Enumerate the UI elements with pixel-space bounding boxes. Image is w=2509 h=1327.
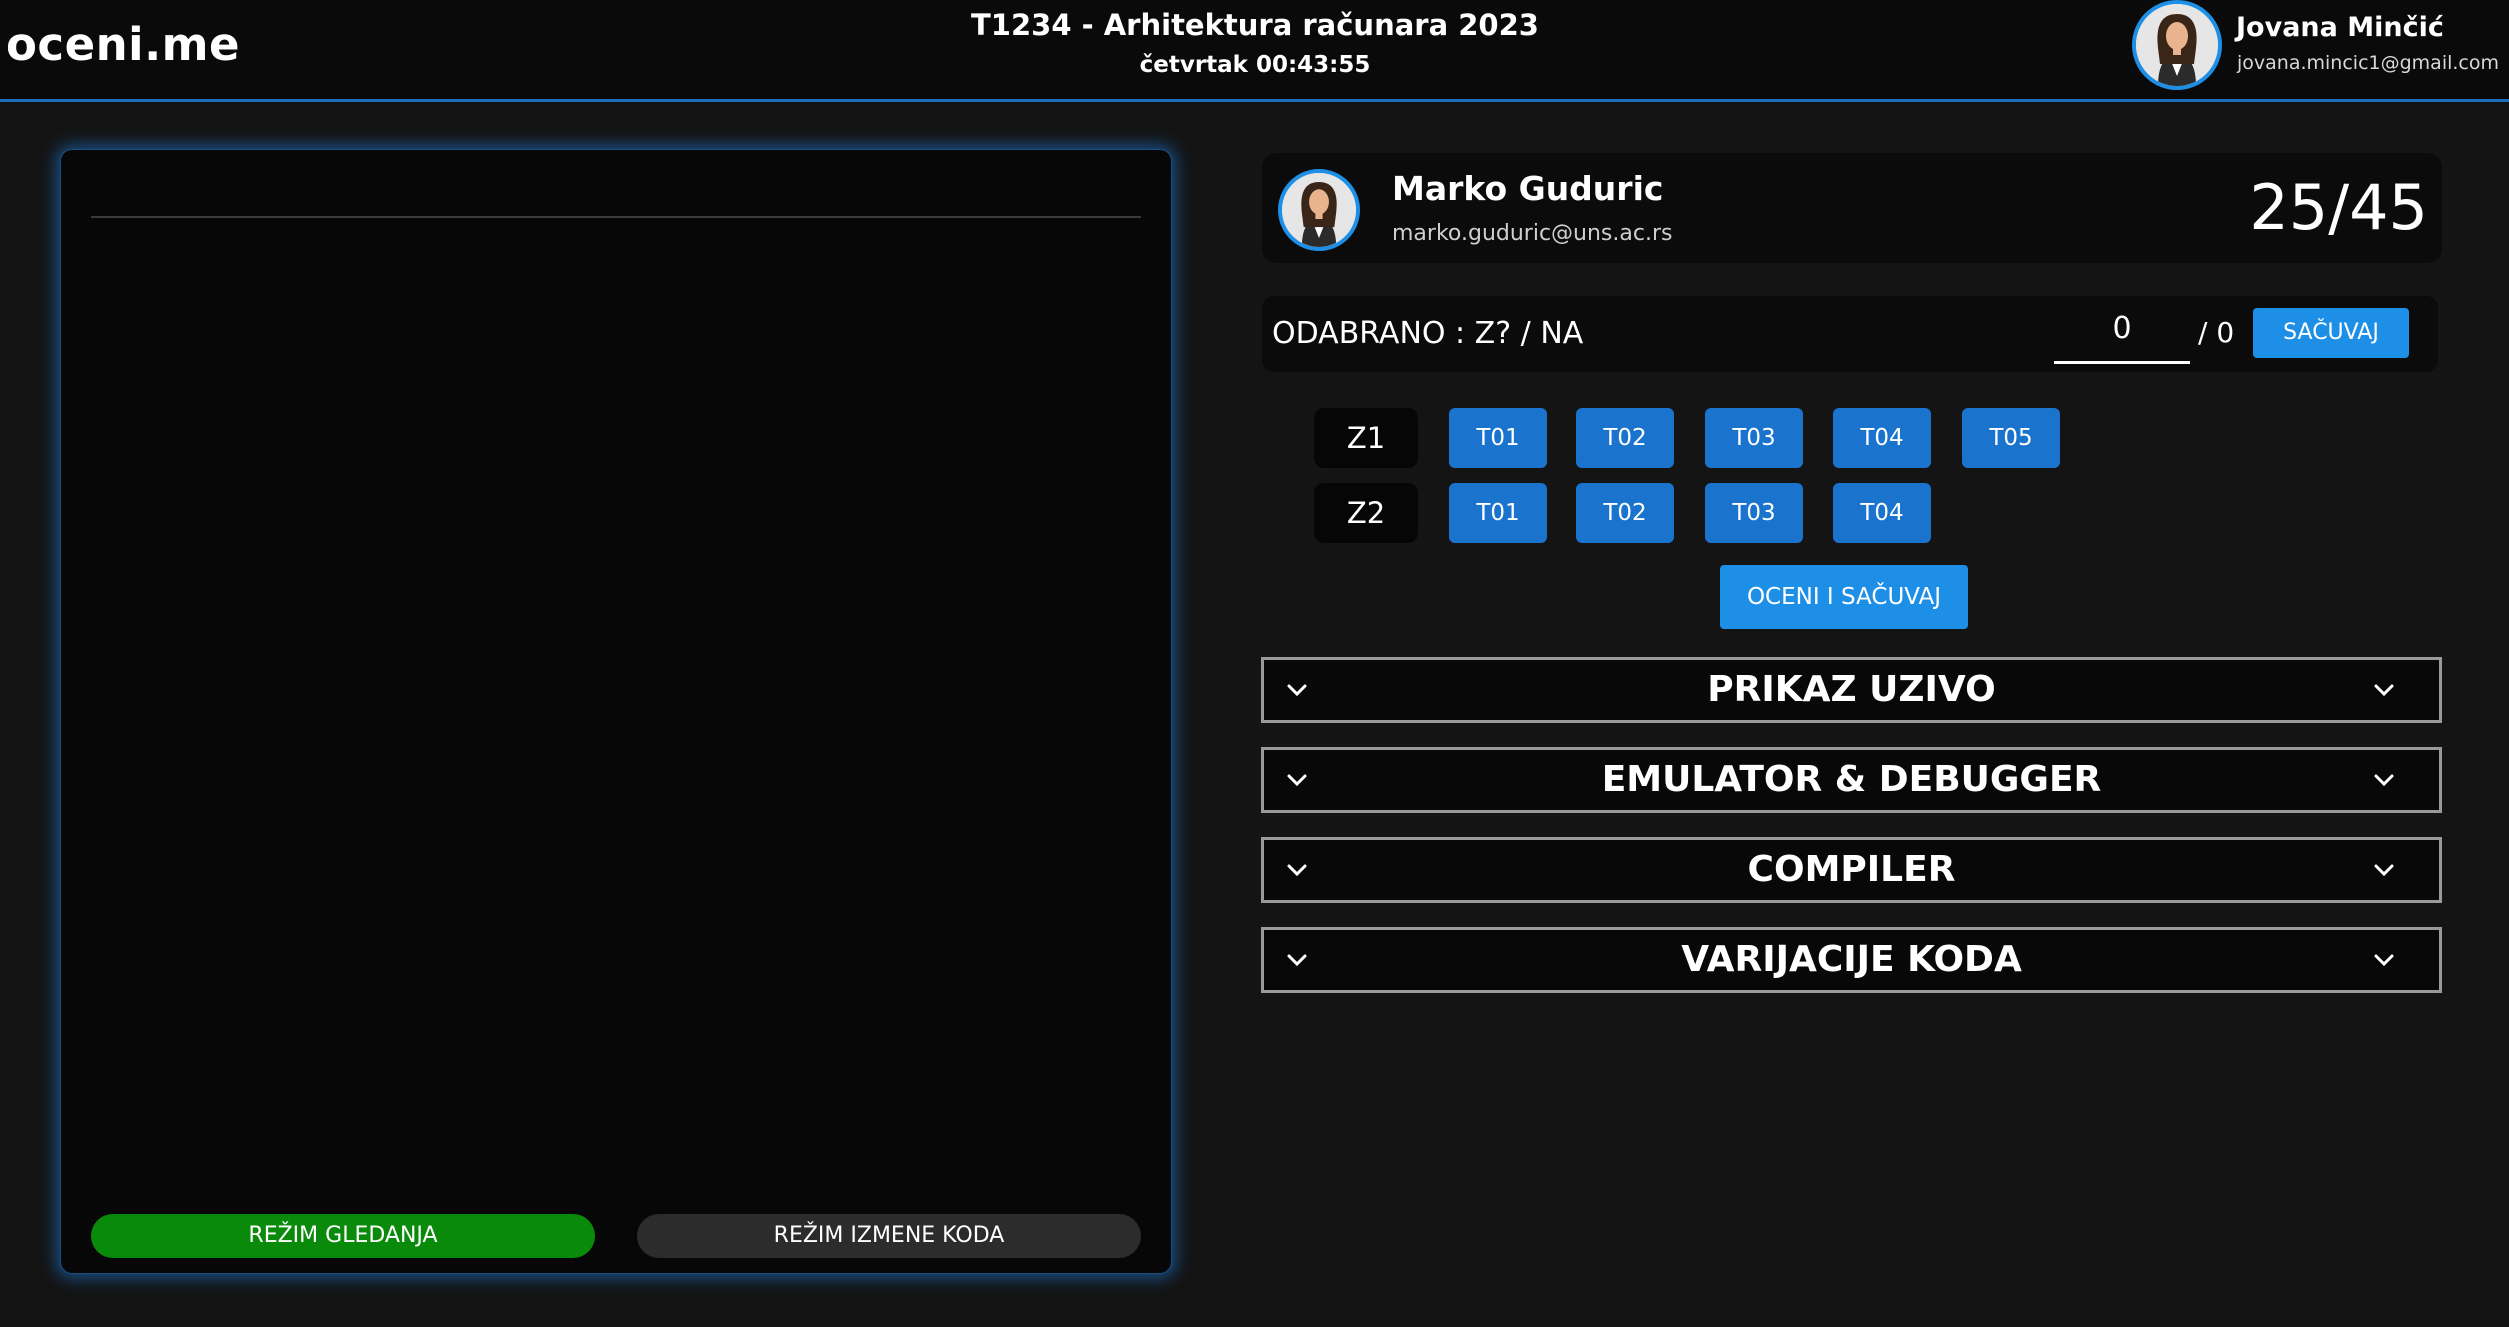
avatar-icon <box>2136 4 2218 86</box>
test-button-z2-t04[interactable]: T04 <box>1833 483 1931 543</box>
grade-and-save-button[interactable]: OCENI I SAČUVAJ <box>1720 565 1968 629</box>
points-input[interactable] <box>2054 296 2190 364</box>
avatar-icon <box>1282 173 1356 247</box>
accordion-live-view[interactable]: PRIKAZ UZIVO <box>1261 657 2442 723</box>
selected-task-label: ODABRANO : Z? / NA <box>1272 316 1584 351</box>
student-score: 25/45 <box>2249 171 2428 244</box>
chevron-down-icon <box>2374 954 2394 967</box>
accordion-title: COMPILER <box>1747 849 1956 890</box>
user-name: Jovana Minčić <box>2236 12 2444 43</box>
selection-bar: ODABRANO : Z? / NA / 0 SAČUVAJ <box>1262 296 2438 372</box>
student-name: Marko Guduric <box>1392 169 1664 208</box>
test-button-z1-t05[interactable]: T05 <box>1962 408 2060 468</box>
task-label-z1[interactable]: Z1 <box>1314 408 1418 468</box>
accordion-title: EMULATOR & DEBUGGER <box>1601 759 2102 800</box>
test-button-z2-t01[interactable]: T01 <box>1449 483 1547 543</box>
code-panel[interactable]: REŽIM GLEDANJA REŽIM IZMENE KODA <box>60 149 1172 1274</box>
user-avatar[interactable] <box>2132 0 2222 90</box>
chevron-down-icon <box>2374 774 2394 787</box>
student-card: Marko Guduric marko.guduric@uns.ac.rs 25… <box>1262 153 2442 263</box>
course-info: T1234 - Arhitektura računara 2023 četvrt… <box>955 10 1555 78</box>
accordion-code-variations[interactable]: VARIJACIJE KODA <box>1261 927 2442 993</box>
points-max: / 0 <box>2198 316 2235 349</box>
code-divider <box>91 216 1141 218</box>
chevron-down-icon <box>2374 864 2394 877</box>
view-mode-button[interactable]: REŽIM GLEDANJA <box>91 1214 595 1258</box>
save-points-button[interactable]: SAČUVAJ <box>2253 308 2409 358</box>
top-header: oceni.me T1234 - Arhitektura računara 20… <box>0 0 2509 102</box>
accordion-title: VARIJACIJE KODA <box>1681 939 2022 980</box>
course-title: T1234 - Arhitektura računara 2023 <box>971 8 1539 42</box>
test-button-z1-t01[interactable]: T01 <box>1449 408 1547 468</box>
accordion-compiler[interactable]: COMPILER <box>1261 837 2442 903</box>
test-button-z2-t02[interactable]: T02 <box>1576 483 1674 543</box>
task-label-z2[interactable]: Z2 <box>1314 483 1418 543</box>
test-button-z1-t03[interactable]: T03 <box>1705 408 1803 468</box>
student-avatar <box>1278 169 1360 251</box>
test-button-z1-t04[interactable]: T04 <box>1833 408 1931 468</box>
test-button-z2-t03[interactable]: T03 <box>1705 483 1803 543</box>
clock: četvrtak 00:43:55 <box>1139 52 1371 78</box>
student-email: marko.guduric@uns.ac.rs <box>1392 221 1673 246</box>
accordion-title: PRIKAZ UZIVO <box>1707 669 1996 710</box>
accordion-emulator-debugger[interactable]: EMULATOR & DEBUGGER <box>1261 747 2442 813</box>
chevron-down-icon <box>2374 684 2394 697</box>
edit-mode-button[interactable]: REŽIM IZMENE KODA <box>637 1214 1141 1258</box>
app-logo[interactable]: oceni.me <box>6 18 240 71</box>
test-button-z1-t02[interactable]: T02 <box>1576 408 1674 468</box>
user-email: jovana.mincic1@gmail.com <box>2237 52 2499 74</box>
